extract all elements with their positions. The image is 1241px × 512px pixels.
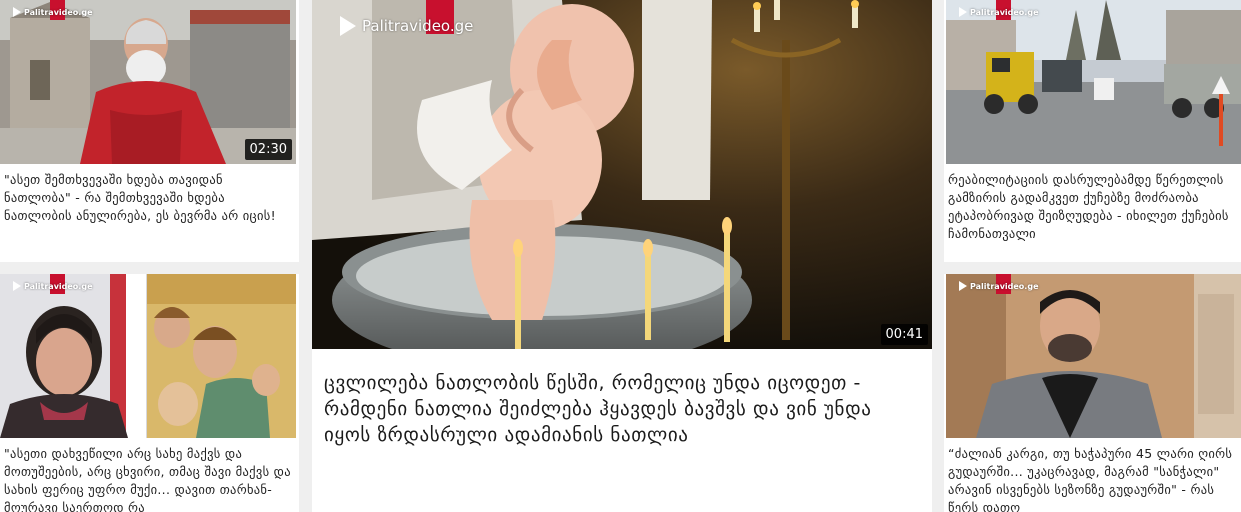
roadworks-photo <box>946 0 1241 164</box>
palitravideo-logo: Palitravideo.ge <box>340 0 474 40</box>
video-duration: 00:41 <box>880 324 928 345</box>
logo-text: Palitravideo.ge <box>970 281 1039 291</box>
video-card-annulment[interactable]: Palitravideo.ge 02:30 "ასეთ შემთხვევაში … <box>0 0 299 262</box>
video-title[interactable]: "ასეთ შემთხვევაში ხდება თავიდან ნათლობა"… <box>4 171 292 225</box>
video-thumbnail[interactable]: Palitravideo.ge 00:41 <box>312 0 932 349</box>
palitravideo-logo: Palitravideo.ge <box>959 274 1039 294</box>
woman-and-icon-photo <box>0 274 296 438</box>
logo-text: Palitravideo.ge <box>970 7 1039 17</box>
video-card-baptism-rules[interactable]: Palitravideo.ge 00:41 ცვლილება ნათლობის … <box>312 0 932 512</box>
video-card-tsereteli-roadworks[interactable]: Palitravideo.ge რეაბილიტაციის დასრულებამ… <box>944 0 1241 262</box>
palitravideo-logo: Palitravideo.ge <box>13 0 93 20</box>
play-icon <box>959 7 967 17</box>
man-portrait-photo <box>946 274 1241 438</box>
play-icon <box>13 281 21 291</box>
palitravideo-logo: Palitravideo.ge <box>13 274 93 294</box>
video-title[interactable]: "ასეთი დახვეწილი არც სახე მაქვს და მოთუშ… <box>4 445 292 512</box>
video-title[interactable]: რეაბილიტაციის დასრულებამდე წერეთლის გამზ… <box>948 171 1234 243</box>
baptism-photo <box>312 0 932 349</box>
logo-text: Palitravideo.ge <box>24 281 93 291</box>
video-thumbnail[interactable]: Palitravideo.ge 02:30 <box>0 0 296 164</box>
logo-text: Palitravideo.ge <box>24 7 93 17</box>
video-card-tarkhan-mouravi[interactable]: Palitravideo.ge "ასეთი დახვეწილი არც სახ… <box>0 274 299 512</box>
play-icon <box>959 281 967 291</box>
logo-text: Palitravideo.ge <box>362 17 474 35</box>
video-duration: 02:30 <box>244 139 292 160</box>
play-icon <box>340 16 356 36</box>
video-card-gudauri-khachapuri[interactable]: Palitravideo.ge “ძალიან კარგი, თუ ხაჭაპუ… <box>944 274 1241 512</box>
video-thumbnail[interactable]: Palitravideo.ge <box>0 274 296 438</box>
palitravideo-logo: Palitravideo.ge <box>959 0 1039 20</box>
video-thumbnail[interactable]: Palitravideo.ge <box>946 274 1241 438</box>
video-thumbnail[interactable]: Palitravideo.ge <box>946 0 1241 164</box>
video-title[interactable]: “ძალიან კარგი, თუ ხაჭაპური 45 ლარი ღირს … <box>948 445 1234 512</box>
play-icon <box>13 7 21 17</box>
video-title[interactable]: ცვლილება ნათლობის წესში, რომელიც უნდა იც… <box>324 370 914 448</box>
